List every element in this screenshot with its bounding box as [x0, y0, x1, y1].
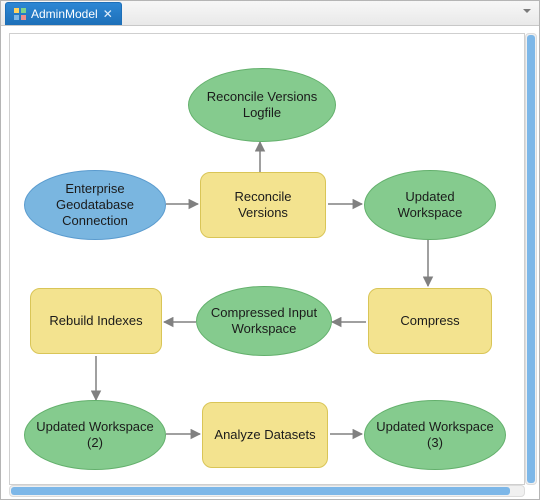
tab-label: AdminModel [31, 7, 98, 21]
node-rebuild-indexes[interactable]: Rebuild Indexes [30, 288, 162, 354]
node-enterprise-geodatabase-connection[interactable]: Enterprise Geodatabase Connection [24, 170, 166, 240]
node-analyze-datasets[interactable]: Analyze Datasets [202, 402, 328, 468]
node-label: Enterprise Geodatabase Connection [33, 181, 157, 230]
node-label: Updated Workspace (3) [373, 419, 497, 452]
node-label: Analyze Datasets [214, 427, 315, 443]
node-label: Reconcile Versions [209, 189, 317, 222]
node-label: Rebuild Indexes [49, 313, 142, 329]
vertical-scrollbar[interactable] [525, 33, 537, 485]
node-label: Updated Workspace [373, 189, 487, 222]
node-updated-workspace-2[interactable]: Updated Workspace (2) [24, 400, 166, 470]
model-icon [14, 8, 26, 20]
close-icon[interactable]: ✕ [103, 8, 113, 20]
viewport: Reconcile Versions Logfile Enterprise Ge… [1, 25, 539, 499]
model-canvas[interactable]: Reconcile Versions Logfile Enterprise Ge… [9, 33, 525, 485]
node-reconcile-versions-logfile[interactable]: Reconcile Versions Logfile [188, 68, 336, 142]
node-compress[interactable]: Compress [368, 288, 492, 354]
node-updated-workspace-3[interactable]: Updated Workspace (3) [364, 400, 506, 470]
node-updated-workspace[interactable]: Updated Workspace [364, 170, 496, 240]
horizontal-scroll-thumb[interactable] [11, 487, 510, 495]
node-reconcile-versions[interactable]: Reconcile Versions [200, 172, 326, 238]
horizontal-scrollbar[interactable] [9, 485, 525, 497]
node-label: Compressed Input Workspace [205, 305, 323, 338]
node-label: Compress [400, 313, 459, 329]
model-builder-window: AdminModel ✕ [0, 0, 540, 500]
tab-adminmodel[interactable]: AdminModel ✕ [5, 2, 122, 25]
node-label: Reconcile Versions Logfile [197, 89, 327, 122]
tab-menu-button[interactable] [521, 5, 533, 20]
node-compressed-input-workspace[interactable]: Compressed Input Workspace [196, 286, 332, 356]
vertical-scroll-thumb[interactable] [527, 35, 535, 483]
tab-bar: AdminModel ✕ [1, 1, 539, 26]
node-label: Updated Workspace (2) [33, 419, 157, 452]
